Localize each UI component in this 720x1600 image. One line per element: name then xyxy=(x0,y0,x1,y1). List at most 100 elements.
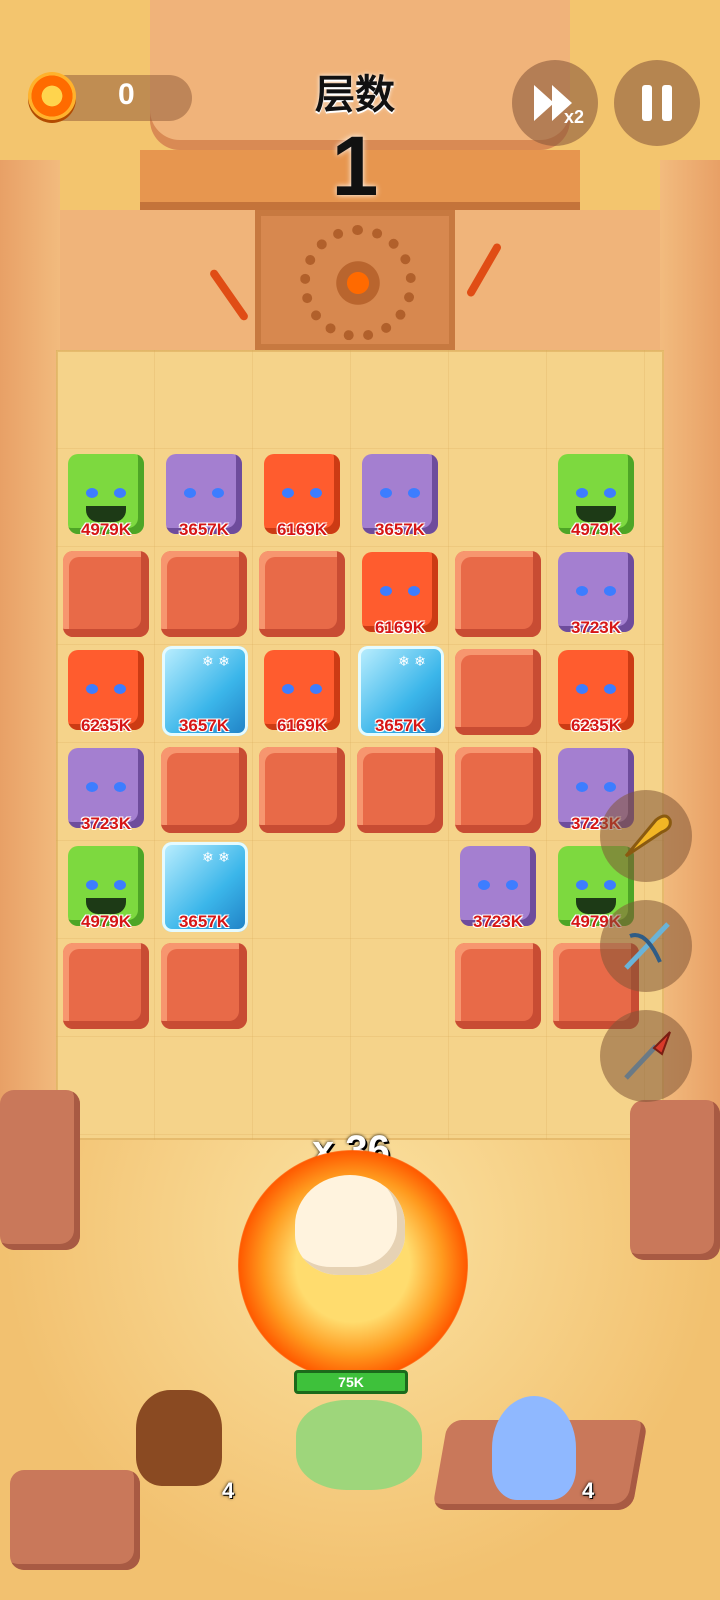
monster-eye xyxy=(114,488,126,498)
rock-block xyxy=(354,744,446,836)
monster-eye xyxy=(380,488,392,498)
monster-hp: 3723K xyxy=(80,814,132,833)
bat-wings-icon xyxy=(530,738,678,778)
empty-cell xyxy=(452,450,544,542)
monster-eye xyxy=(576,488,588,498)
coin-icon xyxy=(28,72,76,120)
monster-eye xyxy=(604,684,616,694)
monster-eye xyxy=(408,586,420,596)
rock-block xyxy=(60,940,152,1032)
crossbow-icon xyxy=(624,922,670,970)
empty-cell xyxy=(354,842,446,934)
red-monster: 6169K xyxy=(354,548,446,640)
monster-eye xyxy=(310,488,322,498)
monster-eye xyxy=(310,684,322,694)
red-monster: 6169K xyxy=(256,450,348,542)
rock-block xyxy=(158,744,250,836)
rock-block xyxy=(256,744,348,836)
rock-block-body xyxy=(63,551,149,637)
monster-eye xyxy=(408,488,420,498)
green-monster: 4979K xyxy=(60,450,152,542)
monster-eye xyxy=(576,782,588,792)
monster-hp: 3657K xyxy=(374,520,426,539)
red-monster: 6169K xyxy=(256,646,348,738)
skill-spear[interactable] xyxy=(600,1010,692,1102)
hero-hp-bar: 75K xyxy=(294,1370,408,1394)
rock-block xyxy=(256,548,348,640)
skill-horn[interactable] xyxy=(600,790,692,882)
monster-eye xyxy=(86,684,98,694)
left-wall xyxy=(0,160,60,1120)
skill-crossbow[interactable] xyxy=(600,900,692,992)
horn-icon xyxy=(624,814,672,858)
rock-block-body xyxy=(455,747,541,833)
monster-eye xyxy=(86,880,98,890)
level-number: 1 xyxy=(331,119,379,213)
sun-emblem xyxy=(320,245,396,321)
monster-eye xyxy=(212,488,224,498)
purple-monster: 3723K xyxy=(530,542,678,640)
rock-block xyxy=(60,548,152,640)
monster-hp: 4979K xyxy=(80,520,132,539)
empty-cell xyxy=(256,842,348,934)
frozen-monster: 3657K xyxy=(158,646,250,738)
rock-block-body xyxy=(161,551,247,637)
rock-block xyxy=(158,940,250,1032)
monster-hp: 3723K xyxy=(570,618,622,637)
monster-eye xyxy=(478,880,490,890)
monster-eye xyxy=(576,880,588,890)
monster-eye xyxy=(86,488,98,498)
pet-tree-creature[interactable] xyxy=(136,1390,222,1486)
rock-block xyxy=(452,646,544,738)
monster-hp: 4979K xyxy=(570,520,622,539)
monster-hp: 3723K xyxy=(472,912,524,931)
monster-eye xyxy=(604,880,616,890)
monster-eye xyxy=(506,880,518,890)
monster-eye xyxy=(114,880,126,890)
monster-hp: 3657K xyxy=(178,912,230,931)
pause-icon xyxy=(642,85,672,121)
game-board[interactable]: 4979K 3657K 6169K 3657K 4979K 6169K 3723K 6235K… xyxy=(40,444,678,1050)
purple-monster: 3723K xyxy=(40,738,188,836)
monster-hp: 3657K xyxy=(178,520,230,539)
monster-eye xyxy=(114,782,126,792)
empty-cell xyxy=(354,940,446,1032)
left-rock xyxy=(0,1090,80,1250)
monster-eye xyxy=(282,488,294,498)
green-monster: 4979K xyxy=(60,842,152,934)
coin-count: 0 xyxy=(118,78,135,111)
monster-eye xyxy=(604,488,616,498)
right-pet-count: 4 xyxy=(582,1478,595,1503)
monster-eye xyxy=(282,684,294,694)
pause-button[interactable] xyxy=(614,60,700,146)
monster-eye xyxy=(184,488,196,498)
empty-cell xyxy=(256,940,348,1032)
monster-hp: 6235K xyxy=(570,716,622,735)
rock-block-body xyxy=(63,943,149,1029)
monster-hp: 6169K xyxy=(276,716,328,735)
bat-wings-icon xyxy=(530,542,678,582)
bottom-left-rock xyxy=(10,1470,140,1570)
frozen-monster: 3657K xyxy=(158,842,250,934)
monster-eye xyxy=(380,586,392,596)
monster-eye xyxy=(114,684,126,694)
rock-block-body xyxy=(357,747,443,833)
right-rock xyxy=(630,1100,720,1260)
rock-block-body xyxy=(161,943,247,1029)
green-monster: 4979K xyxy=(550,450,642,542)
red-monster: 6235K xyxy=(60,646,152,738)
level-label: 层数 xyxy=(315,72,395,118)
rock-block xyxy=(452,744,544,836)
speed-multiplier-label: x2 xyxy=(563,107,584,127)
rock-block-body xyxy=(455,551,541,637)
speed-button[interactable]: x2 xyxy=(512,60,598,146)
left-pet-count: 4 xyxy=(222,1478,235,1503)
frozen-monster: 3657K xyxy=(354,646,446,738)
red-monster: 6235K xyxy=(550,646,642,738)
rock-block-body xyxy=(161,747,247,833)
monster-eye xyxy=(604,782,616,792)
pet-butterfly[interactable] xyxy=(296,1400,422,1490)
spear-icon xyxy=(624,1031,671,1080)
monster-hp: 6235K xyxy=(80,716,132,735)
pet-ghost[interactable] xyxy=(492,1396,576,1500)
